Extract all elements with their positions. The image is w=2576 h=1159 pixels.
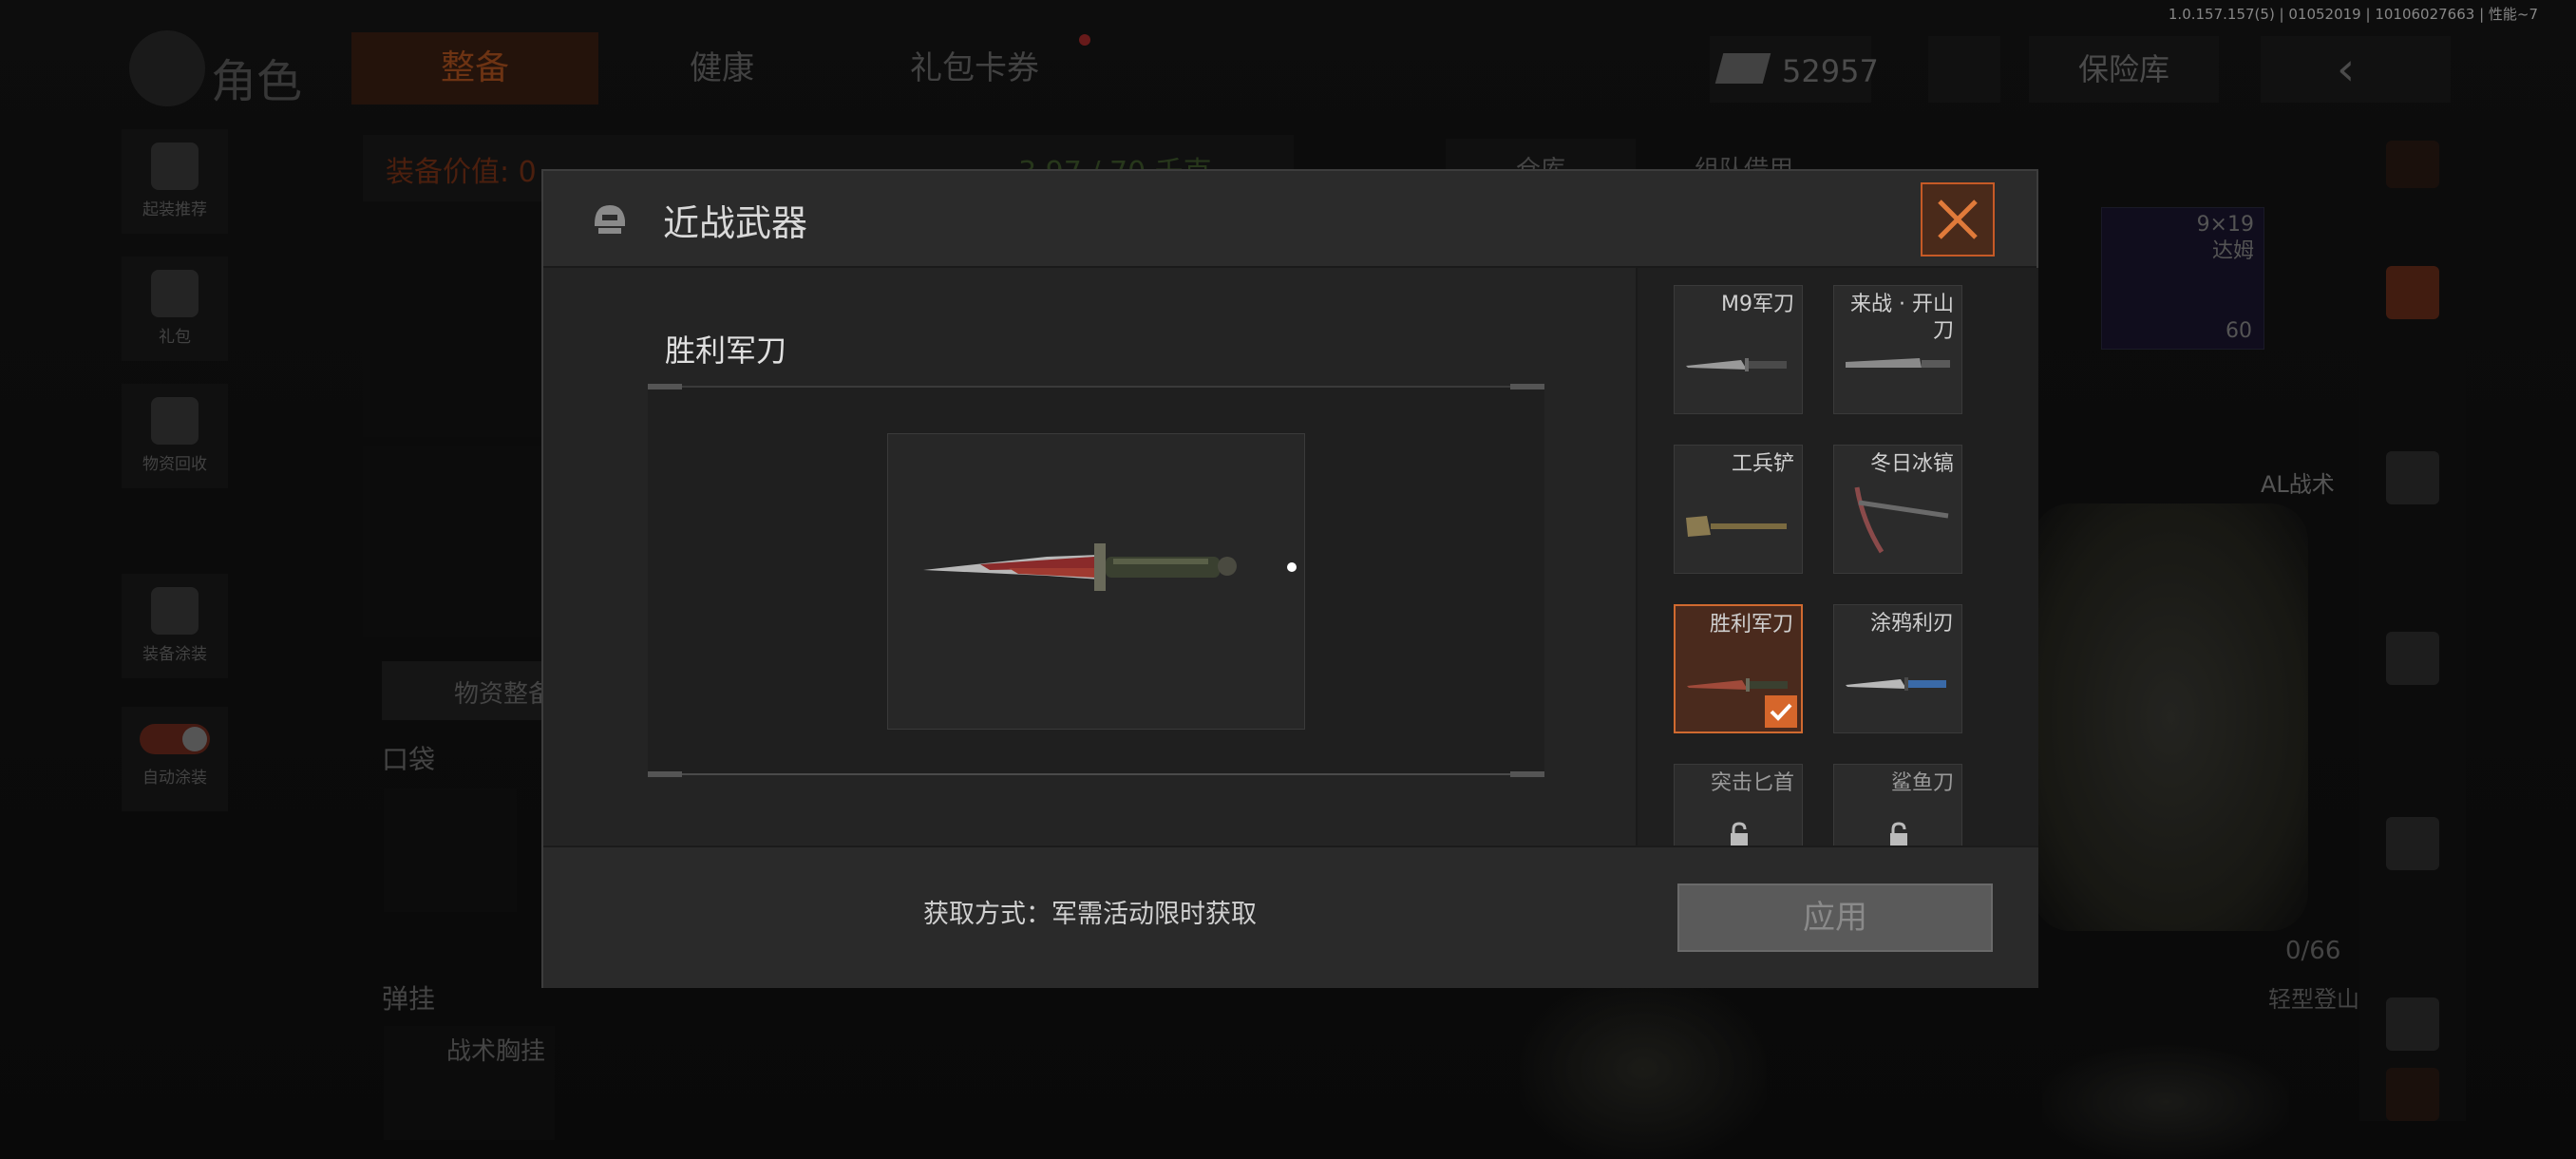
dialog-title: 近战武器 — [663, 202, 808, 244]
preview-marker — [1287, 562, 1297, 572]
weapon-card-locked[interactable]: 突击匕首 — [1674, 764, 1803, 846]
weapon-card-name: 胜利军刀 — [1709, 613, 1793, 636]
frame-corner — [1510, 771, 1544, 777]
weapon-card[interactable]: 工兵铲 — [1674, 445, 1803, 574]
graffiti-blade-thumbnail — [1846, 677, 1946, 691]
melee-weapon-dialog: 近战武器 胜利军刀 M9军刀 来战 · 开山刀 工兵铲 冬日冰镐 胜利军刀 涂鸦… — [541, 169, 2038, 988]
helmet-icon — [595, 205, 625, 234]
weapon-card-selected[interactable]: 胜利军刀 — [1674, 604, 1803, 733]
acquisition-bar: 获取方式：军需活动限时获取 — [543, 846, 1636, 988]
weapon-list[interactable]: M9军刀 来战 · 开山刀 工兵铲 冬日冰镐 胜利军刀 涂鸦利刃 突击匕首 鲨鱼… — [1636, 268, 2038, 846]
close-button[interactable] — [1921, 182, 1995, 256]
weapon-card-name: 突击匕首 — [1710, 771, 1794, 795]
weapon-card-name: 工兵铲 — [1731, 452, 1794, 476]
weapon-card-locked[interactable]: 鲨鱼刀 — [1833, 764, 1962, 846]
frame-corner — [648, 771, 682, 777]
ice-axe-thumbnail — [1854, 486, 1949, 554]
weapon-card-name: M9军刀 — [1721, 293, 1794, 316]
weapon-card[interactable]: 涂鸦利刃 — [1833, 604, 1962, 733]
apply-button[interactable]: 应用 — [1677, 884, 1993, 952]
victory-knife-thumbnail — [1687, 678, 1788, 692]
lock-icon — [1731, 822, 1748, 846]
weapon-card[interactable]: 冬日冰镐 — [1833, 445, 1962, 574]
shovel-thumbnail — [1686, 516, 1787, 537]
close-icon — [1938, 200, 1978, 239]
selected-item-name: 胜利军刀 — [665, 332, 787, 369]
weapon-card[interactable]: M9军刀 — [1674, 285, 1803, 414]
knife-thumbnail — [1686, 358, 1787, 371]
dialog-header: 近战武器 — [543, 171, 2036, 268]
weapon-card-name: 涂鸦利刃 — [1869, 612, 1954, 636]
lock-icon — [1890, 822, 1907, 846]
acquisition-text: 获取方式：军需活动限时获取 — [923, 900, 1257, 929]
weapon-card-name: 来战 · 开山刀 — [1850, 293, 1954, 343]
machete-thumbnail — [1846, 358, 1950, 368]
weapon-card[interactable]: 来战 · 开山刀 — [1833, 285, 1962, 414]
weapon-card-name: 冬日冰镐 — [1869, 452, 1954, 476]
weapon-card-name: 鲨鱼刀 — [1890, 771, 1954, 795]
knife-image — [923, 543, 1237, 591]
checkmark-icon — [1765, 695, 1797, 728]
weapon-preview[interactable] — [648, 384, 1544, 777]
